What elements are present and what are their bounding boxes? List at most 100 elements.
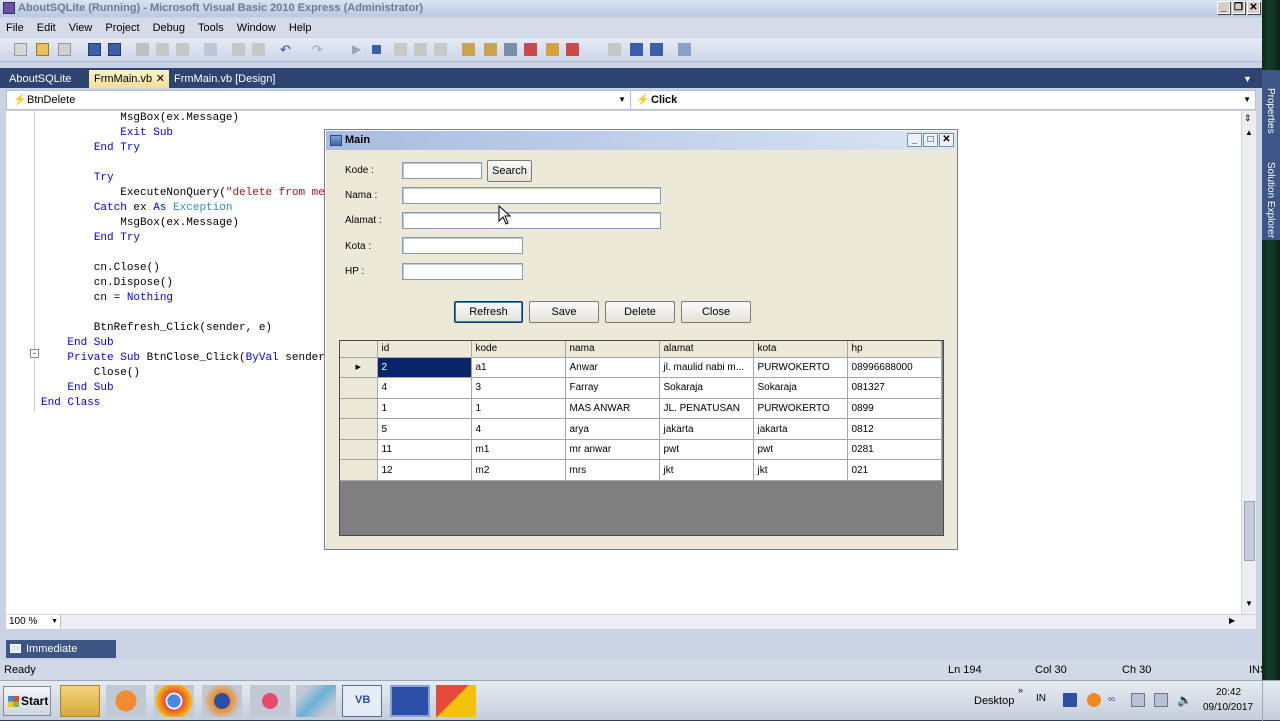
grid-cell-alamat[interactable]: jakarta — [659, 418, 754, 440]
grid-cell-kode[interactable]: 3 — [471, 377, 566, 399]
notepad-icon[interactable] — [296, 685, 336, 717]
menu-edit[interactable]: Edit — [37, 22, 56, 34]
grid-row[interactable]: 5 4 arya jakarta jakarta 0812 — [340, 418, 942, 440]
media-player-icon[interactable] — [106, 685, 146, 717]
comment-icon[interactable] — [232, 43, 245, 56]
grid-cell-alamat[interactable]: Sokaraja — [659, 377, 754, 399]
delete-button[interactable]: Delete — [605, 301, 675, 323]
chrome-icon[interactable] — [154, 685, 194, 717]
tab-dropdown-icon[interactable]: ▼ — [1238, 70, 1257, 88]
solution-explorer-icon[interactable] — [462, 43, 475, 56]
column-header-kota[interactable]: kota — [753, 341, 848, 358]
zoom-dropdown[interactable]: 100 % ▼ — [6, 615, 61, 629]
tray-volume-icon[interactable]: 🔈 — [1177, 693, 1192, 707]
tray-update-icon[interactable] — [1087, 693, 1101, 707]
code-line[interactable]: cn.Dispose() — [41, 276, 325, 291]
menu-view[interactable]: View — [69, 22, 93, 34]
tray-action-center-icon[interactable] — [1154, 693, 1168, 707]
solution-explorer-panel-tab[interactable]: Solution Explorer — [1265, 162, 1276, 238]
grid-cell-kode[interactable]: m1 — [471, 439, 566, 461]
row-header[interactable] — [340, 377, 378, 399]
code-line[interactable]: BtnRefresh_Click(sender, e) — [41, 321, 325, 336]
code-line[interactable]: End Sub — [41, 336, 325, 351]
code-line[interactable]: Private Sub BtnClose_Click(ByVal sender — [41, 351, 324, 366]
extensions-icon[interactable] — [608, 43, 621, 56]
copy-icon[interactable] — [156, 43, 169, 56]
grid-cell-kota[interactable]: PURWOKERTO — [753, 357, 848, 379]
paste-icon[interactable] — [176, 43, 189, 56]
immediate-icon[interactable] — [650, 43, 663, 56]
grid-cell-kota[interactable]: Sokaraja — [753, 377, 848, 399]
column-header-id[interactable]: id — [377, 341, 472, 358]
restore-button[interactable]: ❐ — [1232, 1, 1245, 14]
grid-cell-nama[interactable]: arya — [565, 418, 660, 440]
grid-cell-nama[interactable]: Farray — [565, 377, 660, 399]
cut-icon[interactable] — [136, 43, 149, 56]
editor-vertical-scrollbar[interactable]: ⇕ ▲ ▼ — [1241, 111, 1256, 614]
uncomment-icon[interactable] — [252, 43, 265, 56]
explorer-icon[interactable] — [60, 685, 100, 717]
tab-aboutsqlite[interactable]: AboutSQLite — [4, 70, 76, 88]
code-line[interactable]: MsgBox(ex.Message) — [41, 216, 325, 231]
desktop-toolbar-label[interactable]: Desktop — [974, 695, 1014, 707]
save-icon[interactable] — [88, 43, 101, 56]
code-line[interactable] — [41, 156, 325, 171]
search-button[interactable]: Search — [487, 160, 532, 182]
grid-cell-kode[interactable]: 1 — [471, 398, 566, 420]
grid-cell-id[interactable]: 1 — [377, 398, 472, 420]
tray-network-icon[interactable]: ∞ — [1108, 695, 1122, 705]
column-header-alamat[interactable]: alamat — [659, 341, 754, 358]
grid-cell-id[interactable]: 12 — [377, 459, 472, 482]
close-form-button[interactable]: Close — [681, 301, 751, 323]
error-list-icon[interactable] — [546, 43, 559, 56]
row-header[interactable]: ▶ — [340, 357, 378, 379]
grid-cell-nama[interactable]: MAS ANWAR — [565, 398, 660, 420]
start-button[interactable]: Start — [3, 686, 51, 716]
main-form-title-bar[interactable]: Main _ □ ✕ — [326, 131, 956, 150]
grid-cell-nama[interactable]: Anwar — [565, 357, 660, 379]
split-icon[interactable]: ⇕ — [1244, 113, 1252, 124]
show-desktop-button[interactable] — [1262, 681, 1280, 721]
new-project-icon[interactable] — [14, 43, 27, 56]
code-line[interactable]: End Sub — [41, 381, 325, 396]
code-line[interactable]: End Class — [41, 396, 325, 411]
scroll-up-icon[interactable]: ▲ — [1245, 128, 1253, 137]
grid-cell-alamat[interactable]: jkt — [659, 459, 754, 482]
form-close-button[interactable]: ✕ — [939, 133, 954, 147]
save-all-icon[interactable] — [108, 43, 121, 56]
save-button[interactable]: Save — [529, 301, 599, 323]
clock-time[interactable]: 20:42 — [1216, 687, 1241, 698]
close-tab-icon[interactable]: ✕ — [156, 70, 165, 88]
menu-help[interactable]: Help — [289, 22, 312, 34]
data-grid[interactable]: id kode nama alamat kota hp ▶ 2 a1 Anwar jl.… — [339, 340, 944, 536]
other-app-icon[interactable] — [436, 685, 476, 717]
refresh-button[interactable]: Refresh — [454, 301, 523, 323]
running-app-icon[interactable] — [390, 685, 430, 717]
add-item-icon[interactable] — [58, 43, 71, 56]
undo-icon[interactable]: ↶ — [280, 43, 293, 56]
nama-input[interactable] — [402, 187, 661, 204]
object-browser-icon[interactable] — [504, 43, 517, 56]
menu-project[interactable]: Project — [105, 22, 139, 34]
tab-frmmain-design[interactable]: FrmMain.vb [Design] — [169, 70, 280, 88]
method-name-dropdown[interactable]: ⚡ Click ▼ — [633, 91, 1255, 109]
code-line[interactable]: Catch ex As Exception — [41, 201, 325, 216]
row-header[interactable] — [340, 418, 378, 440]
alamat-input[interactable] — [402, 212, 661, 229]
code-line[interactable]: Try — [41, 171, 325, 186]
show-more-icon[interactable]: » — [1018, 685, 1023, 695]
grid-cell-hp[interactable]: 08996688000 — [847, 357, 942, 379]
menu-file[interactable]: File — [6, 22, 24, 34]
tray-app-icon[interactable] — [1063, 693, 1077, 707]
grid-cell-id[interactable]: 4 — [377, 377, 472, 399]
row-header[interactable] — [340, 459, 378, 482]
menu-debug[interactable]: Debug — [153, 22, 185, 34]
grid-row[interactable]: 12 m2 mrs jkt jkt 021 — [340, 459, 942, 482]
grid-cell-hp[interactable]: 0812 — [847, 418, 942, 440]
tray-safely-remove-icon[interactable] — [1131, 693, 1145, 707]
grid-cell-hp[interactable]: 0899 — [847, 398, 942, 420]
properties-icon[interactable] — [484, 43, 497, 56]
scroll-down-icon[interactable]: ▼ — [1245, 599, 1253, 608]
collapse-icon[interactable]: - — [30, 349, 39, 358]
grid-cell-id[interactable]: 5 — [377, 418, 472, 440]
